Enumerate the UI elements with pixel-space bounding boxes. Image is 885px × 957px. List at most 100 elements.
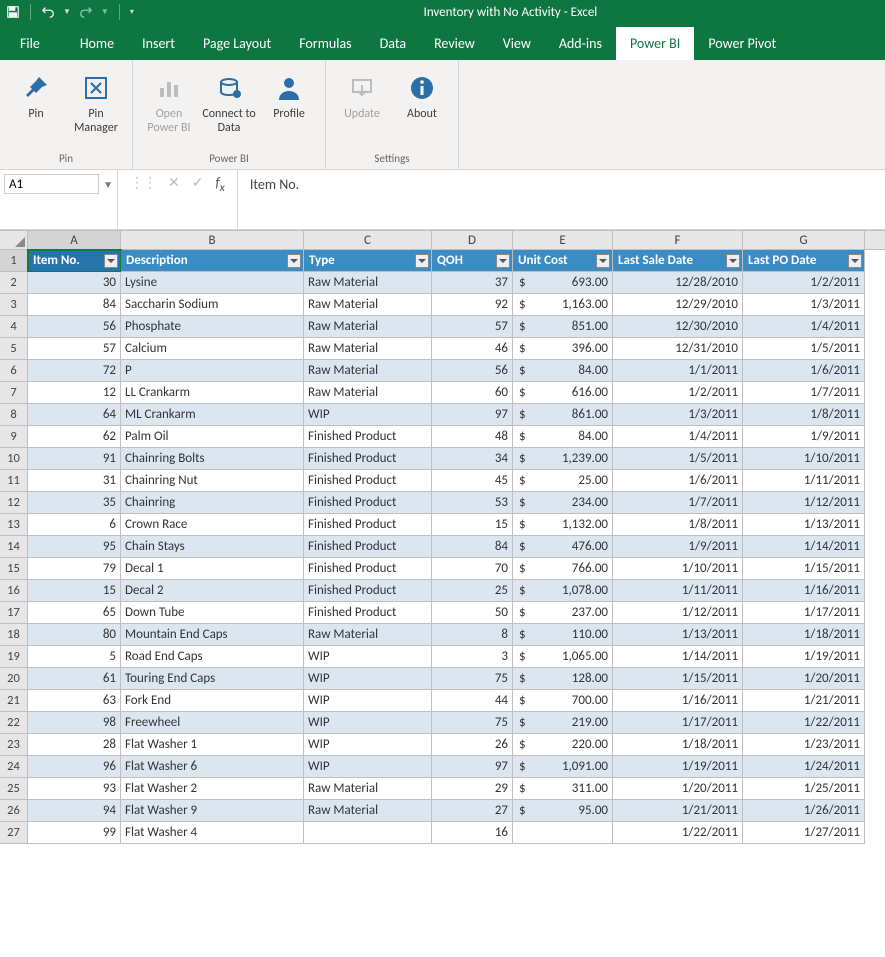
cell-type[interactable] (304, 822, 432, 844)
cell-unit-cost[interactable]: $1,091.00 (513, 756, 613, 778)
cell-last-sale-date[interactable]: 12/31/2010 (613, 338, 743, 360)
table-row[interactable]: 712LL CrankarmRaw Material60$616.001/2/2… (0, 382, 885, 404)
select-all-corner[interactable] (0, 231, 28, 249)
cell-last-po-date[interactable]: 1/9/2011 (743, 426, 865, 448)
cell-description[interactable]: Phosphate (121, 316, 304, 338)
cell-qoh[interactable]: 44 (432, 690, 513, 712)
column-header-c[interactable]: C (304, 231, 432, 249)
cell-last-sale-date[interactable]: 1/14/2011 (613, 646, 743, 668)
cell-item-no[interactable]: 5 (28, 646, 121, 668)
cell-type[interactable]: Finished Product (304, 536, 432, 558)
table-row[interactable]: 2061Touring End CapsWIP75$128.001/15/201… (0, 668, 885, 690)
cell-description[interactable]: P (121, 360, 304, 382)
cell-last-sale-date[interactable]: 1/2/2011 (613, 382, 743, 404)
cell-item-no[interactable]: 6 (28, 514, 121, 536)
cell-last-sale-date[interactable]: 1/18/2011 (613, 734, 743, 756)
cell-unit-cost[interactable]: $84.00 (513, 426, 613, 448)
cell-last-sale-date[interactable]: 1/7/2011 (613, 492, 743, 514)
tab-data[interactable]: Data (366, 27, 420, 60)
cell-type[interactable]: WIP (304, 646, 432, 668)
cell-description[interactable]: Flat Washer 2 (121, 778, 304, 800)
row-header[interactable]: 15 (0, 558, 28, 580)
table-header-qoh[interactable]: QOH (432, 250, 513, 272)
cell-last-po-date[interactable]: 1/22/2011 (743, 712, 865, 734)
cell-description[interactable]: Flat Washer 9 (121, 800, 304, 822)
table-row[interactable]: 1880Mountain End CapsRaw Material8$110.0… (0, 624, 885, 646)
filter-dropdown-icon[interactable] (596, 254, 610, 268)
row-header[interactable]: 8 (0, 404, 28, 426)
cell-unit-cost[interactable]: $700.00 (513, 690, 613, 712)
cell-description[interactable]: Calcium (121, 338, 304, 360)
cell-last-sale-date[interactable]: 12/28/2010 (613, 272, 743, 294)
cell-qoh[interactable]: 3 (432, 646, 513, 668)
cell-item-no[interactable]: 56 (28, 316, 121, 338)
cell-last-sale-date[interactable]: 1/17/2011 (613, 712, 743, 734)
cell-last-po-date[interactable]: 1/13/2011 (743, 514, 865, 536)
tab-formulas[interactable]: Formulas (285, 27, 365, 60)
cell-qoh[interactable]: 97 (432, 404, 513, 426)
cell-unit-cost[interactable] (513, 822, 613, 844)
table-header-last-po-date[interactable]: Last PO Date (743, 250, 865, 272)
cell-last-po-date[interactable]: 1/15/2011 (743, 558, 865, 580)
cell-type[interactable]: Raw Material (304, 338, 432, 360)
tab-review[interactable]: Review (420, 27, 489, 60)
cell-qoh[interactable]: 70 (432, 558, 513, 580)
column-header-g[interactable]: G (743, 231, 865, 249)
table-row[interactable]: 864ML CrankarmWIP97$861.001/3/20111/8/20… (0, 404, 885, 426)
cell-last-po-date[interactable]: 1/6/2011 (743, 360, 865, 382)
row-header[interactable]: 3 (0, 294, 28, 316)
row-header[interactable]: 13 (0, 514, 28, 536)
cell-type[interactable]: Raw Material (304, 382, 432, 404)
cell-item-no[interactable]: 30 (28, 272, 121, 294)
cell-type[interactable]: Finished Product (304, 470, 432, 492)
cell-last-sale-date[interactable]: 1/9/2011 (613, 536, 743, 558)
tab-file[interactable]: File (6, 27, 66, 60)
cell-last-po-date[interactable]: 1/16/2011 (743, 580, 865, 602)
cell-description[interactable]: LL Crankarm (121, 382, 304, 404)
cell-last-sale-date[interactable]: 1/20/2011 (613, 778, 743, 800)
table-row[interactable]: 672PRaw Material56$84.001/1/20111/6/2011 (0, 360, 885, 382)
cell-last-sale-date[interactable]: 1/19/2011 (613, 756, 743, 778)
table-row[interactable]: 1131Chainring NutFinished Product45$25.0… (0, 470, 885, 492)
cell-unit-cost[interactable]: $311.00 (513, 778, 613, 800)
cell-qoh[interactable]: 60 (432, 382, 513, 404)
table-row[interactable]: 1615Decal 2Finished Product25$1,078.001/… (0, 580, 885, 602)
cell-qoh[interactable]: 53 (432, 492, 513, 514)
cell-type[interactable]: Raw Material (304, 316, 432, 338)
cell-last-sale-date[interactable]: 1/3/2011 (613, 404, 743, 426)
cell-type[interactable]: Raw Material (304, 272, 432, 294)
cell-unit-cost[interactable]: $616.00 (513, 382, 613, 404)
cell-last-sale-date[interactable]: 1/1/2011 (613, 360, 743, 382)
cell-qoh[interactable]: 84 (432, 536, 513, 558)
table-row[interactable]: 230LysineRaw Material37$693.0012/28/2010… (0, 272, 885, 294)
cell-last-sale-date[interactable]: 1/6/2011 (613, 470, 743, 492)
cell-qoh[interactable]: 8 (432, 624, 513, 646)
cell-unit-cost[interactable]: $234.00 (513, 492, 613, 514)
table-row[interactable]: 195Road End CapsWIP3$1,065.001/14/20111/… (0, 646, 885, 668)
column-header-f[interactable]: F (613, 231, 743, 249)
cell-qoh[interactable]: 56 (432, 360, 513, 382)
row-header[interactable]: 1 (0, 250, 28, 272)
cell-qoh[interactable]: 46 (432, 338, 513, 360)
cell-type[interactable]: Finished Product (304, 602, 432, 624)
cell-last-po-date[interactable]: 1/19/2011 (743, 646, 865, 668)
cell-last-sale-date[interactable]: 1/5/2011 (613, 448, 743, 470)
ribbon-button-pin-manager[interactable]: Pin Manager (68, 64, 124, 140)
cell-last-sale-date[interactable]: 1/22/2011 (613, 822, 743, 844)
cell-description[interactable]: Flat Washer 6 (121, 756, 304, 778)
row-header[interactable]: 22 (0, 712, 28, 734)
cell-description[interactable]: Chainring Nut (121, 470, 304, 492)
table-row[interactable]: 2799Flat Washer 4161/22/20111/27/2011 (0, 822, 885, 844)
cell-unit-cost[interactable]: $219.00 (513, 712, 613, 734)
tab-power-pivot[interactable]: Power Pivot (694, 27, 790, 60)
cell-qoh[interactable]: 37 (432, 272, 513, 294)
row-header[interactable]: 2 (0, 272, 28, 294)
cell-type[interactable]: Raw Material (304, 294, 432, 316)
cell-type[interactable]: WIP (304, 404, 432, 426)
cell-qoh[interactable]: 48 (432, 426, 513, 448)
cell-unit-cost[interactable]: $1,065.00 (513, 646, 613, 668)
tab-home[interactable]: Home (66, 27, 128, 60)
cell-type[interactable]: WIP (304, 690, 432, 712)
cell-last-po-date[interactable]: 1/4/2011 (743, 316, 865, 338)
cell-last-sale-date[interactable]: 1/15/2011 (613, 668, 743, 690)
